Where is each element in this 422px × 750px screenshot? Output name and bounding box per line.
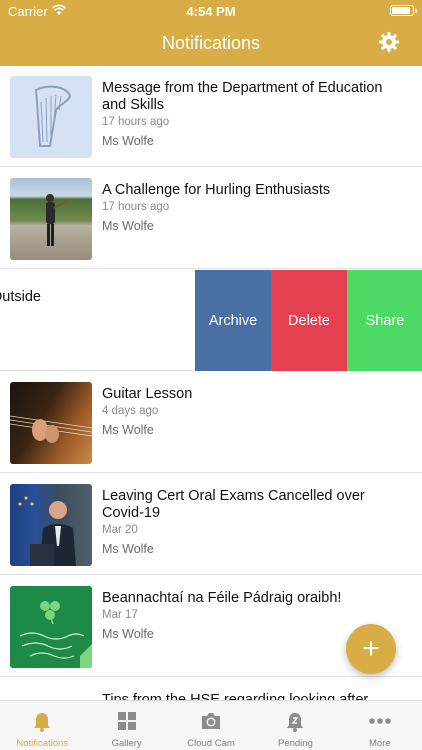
notification-time: Mar 17 bbox=[102, 609, 138, 621]
notification-title: A Challenge for Hurling Enthusiasts bbox=[102, 182, 331, 198]
tab-label: More bbox=[369, 738, 391, 749]
page-title: Notifications bbox=[161, 33, 261, 53]
notification-item[interactable]: Tips from the HSE regarding looking afte… bbox=[0, 678, 422, 700]
notification-time: 17 hours ago bbox=[102, 201, 170, 213]
bell-icon bbox=[34, 713, 51, 732]
gallery-icon bbox=[117, 712, 136, 730]
battery-icon bbox=[390, 5, 417, 16]
hurling-photo-thumbnail bbox=[10, 178, 92, 260]
notification-list[interactable]: Message from the Department of Education… bbox=[0, 66, 422, 700]
more-icon bbox=[369, 718, 391, 724]
notification-author: Ms Wolfe bbox=[102, 423, 154, 437]
notification-title: Beannachtaí na Féile Pádraig oraibh! bbox=[102, 590, 342, 606]
tab-cloud-cam[interactable]: Cloud Cam bbox=[169, 701, 253, 750]
notification-item[interactable]: Leaving Cert Oral Exams Cancelled over C… bbox=[0, 474, 422, 575]
archive-button[interactable]: Archive bbox=[195, 270, 271, 371]
notification-time: 4 days ago bbox=[102, 405, 159, 417]
notification-item[interactable]: A Challenge for Hurling Enthusiasts 17 h… bbox=[0, 168, 422, 269]
notification-author: Ms Wolfe bbox=[102, 542, 154, 556]
speaker-figure bbox=[18, 496, 76, 566]
guitar-photo-thumbnail bbox=[10, 382, 92, 464]
notification-title: Outside bbox=[0, 289, 41, 305]
camera-icon bbox=[202, 713, 221, 729]
notification-item[interactable]: Message from the Department of Education… bbox=[0, 66, 422, 167]
pending-icon bbox=[287, 713, 304, 732]
notification-time: Mar 20 bbox=[102, 524, 138, 536]
tab-gallery[interactable]: Gallery bbox=[84, 701, 168, 750]
tab-label: Pending bbox=[277, 738, 313, 749]
delete-button[interactable]: Delete bbox=[271, 270, 347, 371]
minister-photo-thumbnail bbox=[10, 484, 92, 566]
shamrock-icon bbox=[10, 586, 92, 668]
notification-time: 17 hours ago bbox=[102, 116, 170, 128]
notification-author: Ms Wolfe bbox=[102, 219, 154, 233]
person-figure bbox=[46, 194, 69, 246]
swiped-notification-item[interactable]: Outside Archive Delete Share bbox=[0, 270, 422, 371]
tab-pending[interactable]: Pending bbox=[253, 701, 337, 750]
notification-title: Tips from the HSE regarding looking afte… bbox=[102, 692, 369, 700]
notification-title: Message from the Department of Education… bbox=[102, 80, 383, 113]
tab-label: Gallery bbox=[111, 738, 142, 749]
share-button[interactable]: Share bbox=[347, 270, 422, 371]
tab-notifications[interactable]: Notifications bbox=[0, 701, 84, 750]
notification-item[interactable]: Guitar Lesson 4 days ago Ms Wolfe bbox=[0, 372, 422, 473]
notification-title: Guitar Lesson bbox=[102, 386, 193, 402]
tab-bar: Notifications Gallery Cloud Cam Pending bbox=[0, 700, 422, 750]
harp-crest-thumbnail bbox=[10, 76, 92, 158]
notification-author: Ms Wolfe bbox=[102, 134, 154, 148]
tab-more[interactable]: More bbox=[338, 701, 422, 750]
clock: 4:54 PM bbox=[186, 4, 236, 19]
status-bar: Carrier 4:54 PM bbox=[0, 0, 422, 22]
gear-icon[interactable] bbox=[378, 31, 400, 53]
tab-label: Notifications bbox=[16, 738, 69, 749]
tab-label: Cloud Cam bbox=[187, 738, 235, 749]
notification-title: Leaving Cert Oral Exams Cancelled over C… bbox=[102, 488, 365, 521]
guitar-strings bbox=[10, 415, 92, 443]
app-header: Carrier 4:54 PM Notifications bbox=[0, 0, 422, 66]
add-button[interactable]: + bbox=[346, 624, 396, 674]
shamrock-card-thumbnail bbox=[10, 586, 92, 668]
harp-icon bbox=[34, 85, 72, 147]
